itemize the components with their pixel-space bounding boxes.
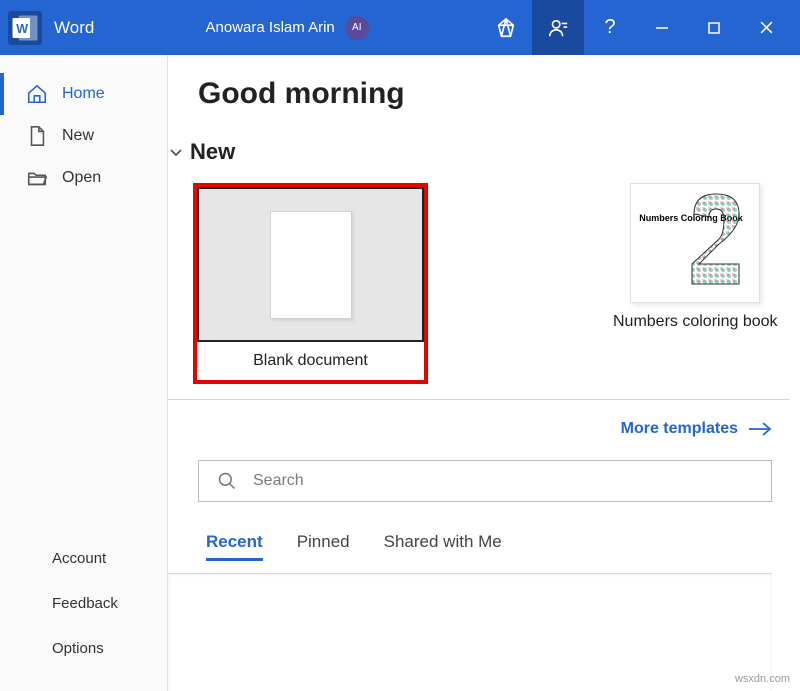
sidebar-item-feedback[interactable]: Feedback (0, 581, 167, 626)
template-thumbnail (197, 187, 424, 342)
search-box[interactable] (198, 460, 772, 502)
sidebar-item-label: Home (62, 85, 105, 103)
tab-pinned[interactable]: Pinned (297, 532, 350, 561)
folder-open-icon (26, 167, 48, 189)
recent-tabs: Recent Pinned Shared with Me (206, 532, 790, 561)
tab-shared[interactable]: Shared with Me (384, 532, 502, 561)
titlebar-right: ? (480, 0, 792, 55)
more-templates-label: More templates (621, 420, 738, 438)
titlebar: W Word Anowara Islam Arin AI ? (0, 0, 800, 55)
template-thumbnail: Numbers Coloring Book (630, 183, 760, 303)
app-name: Word (54, 18, 94, 38)
home-icon (26, 83, 48, 105)
search-icon (217, 471, 237, 491)
blank-page-icon (270, 211, 352, 319)
new-section-header[interactable]: New (168, 139, 790, 165)
more-templates-row: More templates (168, 399, 790, 438)
templates-row: Blank document Numbers Coloring Book Num… (193, 183, 790, 384)
template-label: Numbers coloring book (613, 303, 778, 341)
sidebar-item-new[interactable]: New (0, 115, 167, 157)
premium-icon[interactable] (480, 0, 532, 55)
watermark: wsxdn.com (735, 673, 790, 685)
sidebar-item-open[interactable]: Open (0, 157, 167, 199)
document-list[interactable] (168, 573, 772, 691)
document-icon (26, 125, 48, 147)
account-username[interactable]: Anowara Islam Arin (206, 19, 335, 36)
chevron-down-icon (168, 144, 184, 160)
sidebar-item-home[interactable]: Home (0, 73, 167, 115)
minimize-button[interactable] (636, 0, 688, 55)
avatar[interactable]: AI (345, 16, 369, 40)
sidebar-item-label: Open (62, 169, 101, 187)
greeting: Good morning (198, 77, 790, 111)
sidebar-top: Home New Open (0, 73, 167, 536)
svg-text:W: W (16, 22, 28, 36)
template-numbers-coloring-book[interactable]: Numbers Coloring Book Numbers coloring b… (613, 183, 778, 384)
help-icon[interactable]: ? (584, 0, 636, 55)
person-icon[interactable] (532, 0, 584, 55)
sidebar-bottom: Account Feedback Options (0, 536, 167, 691)
maximize-button[interactable] (688, 0, 740, 55)
tab-recent[interactable]: Recent (206, 532, 263, 561)
body: Home New Open Account Feedback Options G… (0, 55, 800, 691)
section-title: New (190, 139, 235, 165)
search-input[interactable] (253, 472, 753, 490)
main-pane: Good morning New Blank document Numbers … (168, 55, 800, 691)
titlebar-left: W Word (8, 11, 94, 45)
arrow-right-icon (748, 421, 772, 437)
template-label: Blank document (253, 342, 368, 380)
sidebar-item-options[interactable]: Options (0, 626, 167, 671)
titlebar-center: Anowara Islam Arin AI (94, 16, 480, 40)
avatar-initials: AI (352, 22, 361, 33)
sidebar: Home New Open Account Feedback Options (0, 55, 168, 691)
more-templates-link[interactable]: More templates (621, 420, 772, 438)
template-blank-document[interactable]: Blank document (193, 183, 428, 384)
close-button[interactable] (740, 0, 792, 55)
sidebar-item-label: New (62, 127, 94, 145)
sidebar-item-account[interactable]: Account (0, 536, 167, 581)
number-2-art-icon (684, 189, 749, 294)
word-logo-icon: W (8, 11, 42, 45)
